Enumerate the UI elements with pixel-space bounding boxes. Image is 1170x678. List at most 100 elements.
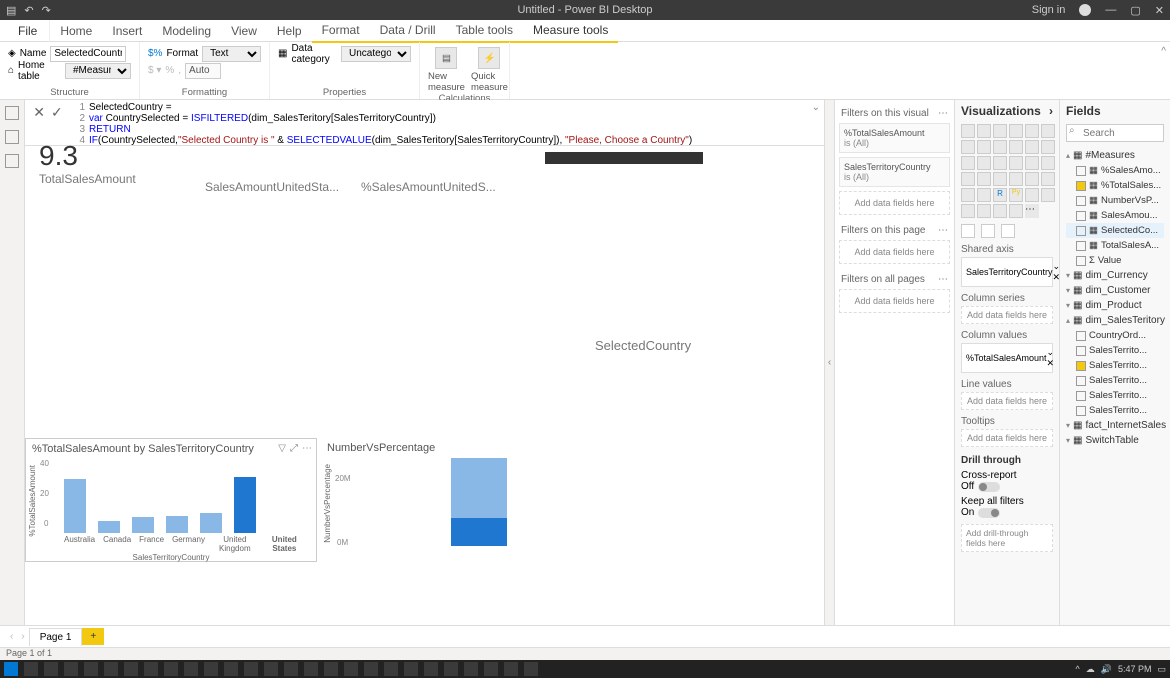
cortana-icon[interactable] xyxy=(44,662,58,676)
add-page-button[interactable]: + xyxy=(82,628,104,645)
cancel-formula-icon[interactable]: ✕ xyxy=(33,104,45,121)
bar-france[interactable] xyxy=(132,517,154,533)
add-visual-filter[interactable]: Add data fields here xyxy=(839,191,950,215)
maximize-icon[interactable]: ▢ xyxy=(1130,4,1140,17)
filters-more-icon-3[interactable]: ⋯ xyxy=(938,274,948,285)
app-icon[interactable] xyxy=(384,662,398,676)
menu-table-tools[interactable]: Table tools xyxy=(446,19,523,43)
start-icon[interactable] xyxy=(4,662,18,676)
app-icon[interactable] xyxy=(444,662,458,676)
menu-insert[interactable]: Insert xyxy=(102,20,152,42)
commit-formula-icon[interactable]: ✓ xyxy=(51,104,63,121)
page-next-icon[interactable]: › xyxy=(17,631,28,642)
app-icon[interactable] xyxy=(184,662,198,676)
app-icon[interactable] xyxy=(284,662,298,676)
formula-editor[interactable]: 1SelectedCountry = 2var CountrySelected … xyxy=(71,100,824,145)
column-series-well[interactable]: Add data fields here xyxy=(961,306,1053,324)
menu-home[interactable]: Home xyxy=(50,20,102,42)
report-view-icon[interactable] xyxy=(5,106,19,120)
app-icon[interactable] xyxy=(204,662,218,676)
table-fact-internet[interactable]: ▦fact_InternetSales xyxy=(1066,418,1164,433)
app-icon[interactable] xyxy=(124,662,138,676)
chart-filter-icon[interactable]: ▽ xyxy=(278,443,286,454)
app-icon[interactable] xyxy=(84,662,98,676)
table-measures[interactable]: ▦#Measures xyxy=(1066,148,1164,163)
filters-more-icon-2[interactable]: ⋯ xyxy=(938,225,948,236)
menu-modeling[interactable]: Modeling xyxy=(152,20,221,42)
app-icon[interactable] xyxy=(104,662,118,676)
menu-measure-tools[interactable]: Measure tools xyxy=(523,19,618,43)
viz-expand-icon[interactable]: › xyxy=(1049,104,1053,118)
home-table-select[interactable]: #Measures xyxy=(65,63,131,79)
redo-icon[interactable]: ↷ xyxy=(42,4,51,17)
menu-format[interactable]: Format xyxy=(312,19,370,43)
fields-search-input[interactable] xyxy=(1066,124,1164,142)
search-taskbar-icon[interactable] xyxy=(24,662,38,676)
app-icon[interactable] xyxy=(324,662,338,676)
filter-card-2[interactable]: SalesTerritoryCountryis (All) xyxy=(839,157,950,187)
quick-measure-button[interactable]: ⚡Quick measure xyxy=(471,47,508,93)
shared-axis-well[interactable]: SalesTerritoryCountry⌄ ✕ xyxy=(961,257,1053,287)
bar-germany[interactable] xyxy=(166,516,188,533)
tray-icon[interactable]: ☁ xyxy=(1086,664,1095,675)
minimize-icon[interactable]: — xyxy=(1105,4,1116,16)
app-icon[interactable] xyxy=(484,662,498,676)
format-tab-icon[interactable] xyxy=(981,224,995,238)
app-icon[interactable] xyxy=(144,662,158,676)
viz-gallery[interactable]: RPy ⋯ xyxy=(961,124,1053,218)
page-prev-icon[interactable]: ‹ xyxy=(6,631,17,642)
app-icon[interactable] xyxy=(364,662,378,676)
filter-card-1[interactable]: %TotalSalesAmountis (All) xyxy=(839,123,950,153)
app-icon[interactable] xyxy=(304,662,318,676)
tray-chevron-icon[interactable]: ^ xyxy=(1076,664,1080,674)
bar-australia[interactable] xyxy=(64,479,86,533)
keep-filters-toggle[interactable] xyxy=(978,508,1000,518)
data-category-select[interactable]: Uncategorized xyxy=(341,46,411,62)
avatar[interactable] xyxy=(1079,4,1091,16)
bar-uk[interactable] xyxy=(200,513,222,533)
app-icon[interactable] xyxy=(224,662,238,676)
app-icon[interactable] xyxy=(264,662,278,676)
chart-more-icon[interactable]: ⋯ xyxy=(302,443,312,454)
slicer-bar[interactable] xyxy=(545,152,703,164)
app-icon[interactable] xyxy=(504,662,518,676)
tooltips-well[interactable]: Add data fields here xyxy=(961,429,1053,447)
table-currency[interactable]: ▦dim_Currency xyxy=(1066,268,1164,283)
bar-canada[interactable] xyxy=(98,521,120,533)
fields-tab-icon[interactable] xyxy=(961,224,975,238)
menu-file[interactable]: File xyxy=(8,20,50,42)
close-icon[interactable]: ✕ xyxy=(1155,4,1164,17)
bar-chart[interactable] xyxy=(52,463,316,533)
taskview-icon[interactable] xyxy=(64,662,78,676)
chart-focus-icon[interactable]: ⤢ xyxy=(290,443,298,454)
menu-view[interactable]: View xyxy=(221,20,267,42)
cross-report-toggle[interactable] xyxy=(978,482,1000,492)
app-icon[interactable] xyxy=(524,662,538,676)
signin-link[interactable]: Sign in xyxy=(1032,4,1066,16)
analytics-tab-icon[interactable] xyxy=(1001,224,1015,238)
bar-us[interactable] xyxy=(234,477,256,533)
app-icon[interactable] xyxy=(464,662,478,676)
stacked-bar-bottom[interactable] xyxy=(451,518,507,546)
notifications-icon[interactable]: ▭ xyxy=(1157,664,1166,675)
name-input[interactable] xyxy=(50,46,126,62)
menu-data-drill[interactable]: Data / Drill xyxy=(370,19,446,43)
app-icon[interactable] xyxy=(404,662,418,676)
drill-through-well[interactable]: Add drill-through fields here xyxy=(961,524,1053,552)
table-customer[interactable]: ▦dim_Customer xyxy=(1066,283,1164,298)
tray-icon[interactable]: 🔊 xyxy=(1101,664,1112,675)
model-view-icon[interactable] xyxy=(5,154,19,168)
app-icon[interactable] xyxy=(164,662,178,676)
undo-icon[interactable]: ↶ xyxy=(24,4,33,17)
table-salesteritory[interactable]: ▦dim_SalesTeritory xyxy=(1066,313,1164,328)
menu-help[interactable]: Help xyxy=(267,20,312,42)
formula-expand-icon[interactable]: ⌄ xyxy=(812,102,820,113)
line-values-well[interactable]: Add data fields here xyxy=(961,392,1053,410)
ribbon-collapse-icon[interactable]: ^ xyxy=(1157,42,1170,99)
app-icon[interactable] xyxy=(244,662,258,676)
column-values-well[interactable]: %TotalSalesAmount⌄ ✕ xyxy=(961,343,1053,373)
data-view-icon[interactable] xyxy=(5,130,19,144)
table-product[interactable]: ▦dim_Product xyxy=(1066,298,1164,313)
taskbar-time[interactable]: 5:47 PM xyxy=(1118,664,1152,674)
new-measure-button[interactable]: ▤New measure xyxy=(428,47,465,93)
